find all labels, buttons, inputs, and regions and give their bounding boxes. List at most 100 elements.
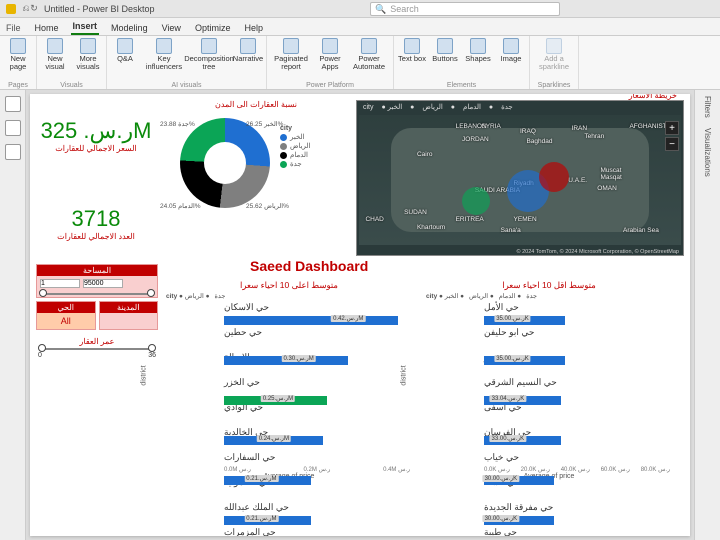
tab-help[interactable]: Help (242, 21, 265, 35)
bar-chart-top10[interactable]: متوسط اعلى 10 احياء سعرا city ● جدة● الر… (164, 280, 414, 486)
right-rail: Filters Visualizations (694, 90, 720, 540)
bc2-legend: city ● جدة● الدمام● الرياض● الخبر (426, 292, 674, 300)
qat: ⎌↻ (22, 3, 38, 14)
more-visuals-button[interactable]: More visuals (74, 38, 102, 71)
pane-filters[interactable]: Filters (703, 96, 712, 118)
bar-row: ر.س.33.04K (484, 393, 670, 407)
kpi-total-count-label: العدد الاجمالي للعقارات (36, 232, 156, 241)
map-body[interactable]: SYRIA IRAQ IRAN Baghdad Tehran AFGHANIST… (359, 115, 681, 245)
slicer-area-label: المساحة (37, 265, 157, 276)
app-icon (6, 4, 16, 14)
qa-button[interactable]: Q&A (111, 38, 139, 63)
slicer-hood-label: الحي (37, 302, 95, 313)
bubble-dammam (539, 162, 569, 192)
map-credit: © 2024 TomTom, © 2024 Microsoft Corporat… (517, 249, 679, 255)
bc2-title: متوسط اقل 10 احياء سعرا (424, 280, 674, 291)
bar-row: ر.س.35.00K (484, 313, 670, 327)
age-slider-min[interactable] (38, 344, 46, 352)
decomposition-tree-button[interactable]: Decomposition tree (189, 38, 229, 71)
area-max-input[interactable] (83, 279, 123, 288)
donut-chart[interactable]: نسبة العقارات الى المدن الخبر 26.25% الر… (160, 100, 352, 230)
bubble-jeddah (462, 187, 490, 215)
tab-insert[interactable]: Insert (71, 19, 100, 35)
data-view-icon[interactable] (5, 120, 21, 136)
model-view-icon[interactable] (5, 144, 21, 160)
bar-row: ر.س.0.21M (224, 513, 410, 527)
ribbon-tabs: File Home Insert Modeling View Optimize … (0, 18, 720, 36)
bar-row: ر.س.30.00K (484, 513, 670, 527)
tab-modeling[interactable]: Modeling (109, 21, 150, 35)
titlebar: ⎌↻ Untitled - Power BI Desktop 🔍 Search (0, 0, 720, 18)
report-view-icon[interactable] (5, 96, 21, 112)
bar-row: ر.س.35.00K (484, 353, 670, 367)
tab-file[interactable]: File (4, 21, 23, 35)
buttons-button[interactable]: Buttons (431, 38, 459, 63)
donut-label-1: الرياض 25.62% (246, 202, 289, 210)
new-page-button[interactable]: New page (4, 38, 32, 71)
search-input[interactable]: 🔍 Search (370, 2, 560, 16)
kpi-total-count-value: 3718 (36, 206, 156, 232)
search-icon: 🔍 (375, 4, 386, 15)
age-slider-max[interactable] (148, 344, 156, 352)
ribbon: New page Pages New visual More visuals V… (0, 36, 720, 90)
slicer-age-label: عمر العقار (36, 337, 158, 346)
donut-title: نسبة العقارات الى المدن (160, 100, 352, 109)
bc1-legend: city ● جدة● الرياض (166, 292, 414, 300)
tab-home[interactable]: Home (33, 21, 61, 35)
tab-optimize[interactable]: Optimize (193, 21, 233, 35)
map-zoom-out[interactable]: − (665, 137, 679, 151)
search-placeholder: Search (390, 4, 419, 14)
text-box-button[interactable]: Text box (398, 38, 426, 63)
map-visual[interactable]: خريطة الاسعار city ● جدة ● الدمام ● الري… (356, 100, 684, 256)
left-rail (0, 90, 26, 540)
slicer-area[interactable]: المساحة (36, 264, 158, 298)
window-title: Untitled - Power BI Desktop (44, 4, 155, 14)
bar-row: ر.س.0.42M (224, 313, 410, 327)
bar-row: ر.س.0.30M (224, 353, 410, 367)
new-visual-button[interactable]: New visual (41, 38, 69, 71)
paginated-report-button[interactable]: Paginated report (271, 38, 311, 71)
slicer-age[interactable]: عمر العقار 036 (36, 337, 158, 359)
donut-legend: city الخبر الرياض الدمام جدة (280, 124, 310, 169)
image-button[interactable]: Image (497, 38, 525, 63)
add-sparkline-button: Add a sparkline (534, 38, 574, 71)
bar-chart-bottom10[interactable]: متوسط اقل 10 احياء سعرا city ● جدة● الدم… (424, 280, 674, 486)
map-title: خريطة الاسعار (629, 94, 677, 100)
kpi-total-count[interactable]: 3718 العدد الاجمالي للعقارات (36, 206, 156, 241)
report-canvas[interactable]: ر.س. 325M السعر الاجمالي للعقارات 3718 ا… (30, 94, 690, 536)
area-slider-max[interactable] (147, 289, 155, 297)
bc1-title: متوسط اعلى 10 احياء سعرا (164, 280, 414, 291)
power-automate-button[interactable]: Power Automate (349, 38, 389, 71)
group-visuals-label: Visuals (37, 82, 106, 89)
kpi-total-price-label: السعر الاجمالي للعقارات (36, 144, 156, 153)
kpi-total-price-value: ر.س. 325M (36, 118, 156, 144)
donut-ring (180, 118, 270, 208)
key-influencers-button[interactable]: Key influencers (144, 38, 184, 71)
slicer-city[interactable]: المدينة (99, 301, 159, 330)
bar-row: ر.س.0.21M (224, 473, 410, 487)
shapes-button[interactable]: Shapes (464, 38, 492, 63)
narrative-button[interactable]: Narrative (234, 38, 262, 63)
pane-visualizations[interactable]: Visualizations (703, 128, 712, 177)
map-zoom-in[interactable]: + (665, 121, 679, 135)
bar-row: ر.س.0.24M (224, 433, 410, 447)
donut-label-3: جدة 23.88% (160, 120, 195, 128)
slicer-neighborhood[interactable]: الحي All (36, 301, 96, 330)
donut-label-0: الخبر 26.25% (246, 120, 283, 128)
dashboard-title: Saeed Dashboard (250, 258, 368, 274)
group-ai-label: AI visuals (107, 82, 266, 89)
bar-row: ر.س.33.00K (484, 433, 670, 447)
slicer-city-label: المدينة (100, 302, 158, 313)
power-apps-button[interactable]: Power Apps (316, 38, 344, 71)
map-legend: city ● جدة ● الدمام ● الرياض ● الخبر (363, 103, 525, 111)
group-spark-label: Sparklines (530, 82, 578, 89)
area-min-input[interactable] (40, 279, 80, 288)
group-pages-label: Pages (0, 82, 36, 89)
bar-row: ر.س.0.25M (224, 393, 410, 407)
tab-view[interactable]: View (160, 21, 183, 35)
group-elements-label: Elements (394, 82, 529, 89)
bar-row: ر.س.30.00K (484, 473, 670, 487)
donut-label-2: الدمام 24.05% (160, 202, 201, 210)
kpi-total-price[interactable]: ر.س. 325M السعر الاجمالي للعقارات (36, 118, 156, 153)
area-slider-min[interactable] (39, 289, 47, 297)
